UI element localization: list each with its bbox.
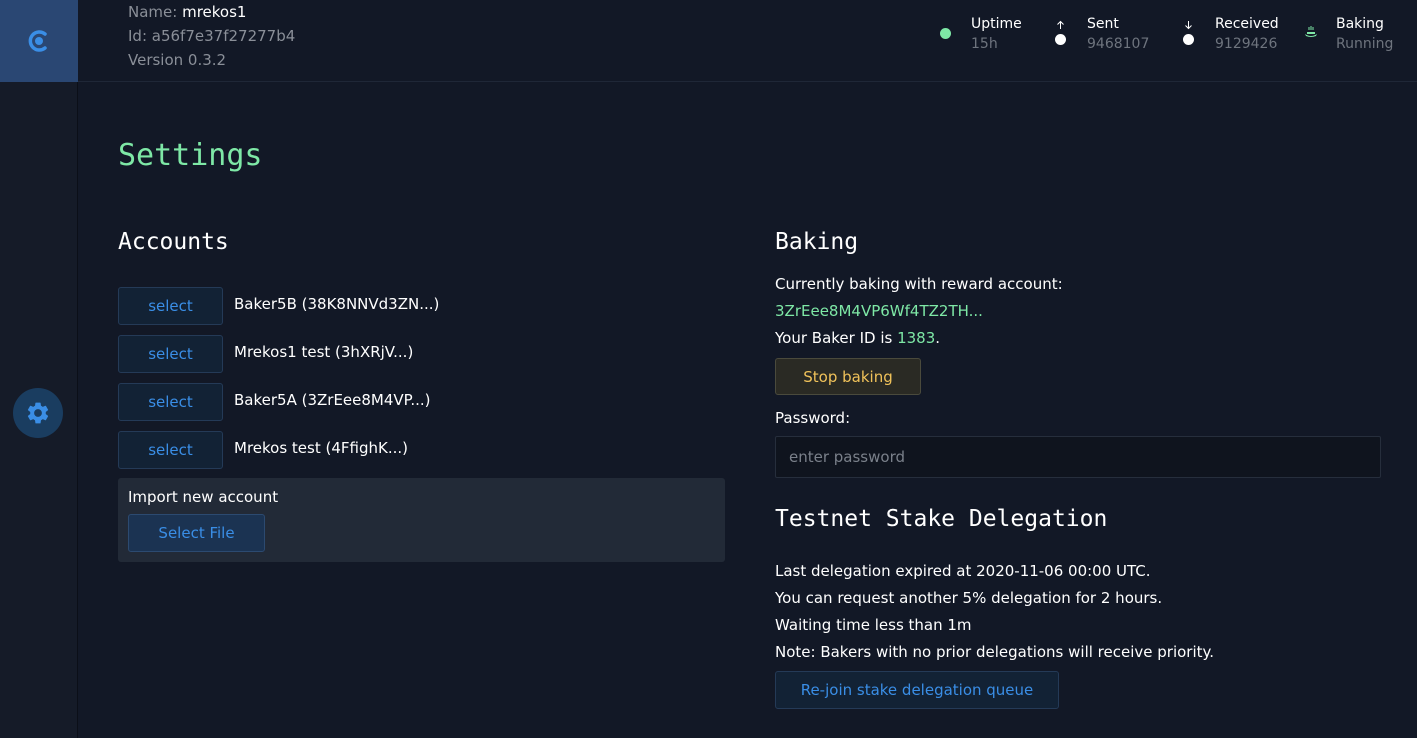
account-name: Baker5A (3ZrEee8M4VP...) [234,391,431,409]
account-name: Baker5B (38K8NNVd3ZN...) [234,295,440,313]
sidebar [0,0,78,738]
sent-value: 9468107 [1087,36,1150,52]
select-account-button[interactable]: select [118,383,223,421]
select-account-button[interactable]: select [118,287,223,325]
node-id-row: Id: a56f7e37f27277b4 [128,24,295,48]
settings-nav-button[interactable] [13,388,63,438]
delegation-info-line: Waiting time less than 1m [775,616,972,634]
uptime-value: 15h [971,36,998,52]
rejoin-delegation-button[interactable]: Re-join stake delegation queue [775,671,1059,709]
sent-label: Sent [1087,16,1119,32]
page-title: Settings [118,138,263,173]
logo[interactable] [0,0,78,82]
node-name-row: Name: mrekos1 [128,0,295,24]
stop-baking-button[interactable]: Stop baking [775,358,921,395]
account-name: Mrekos1 test (3hXRjV...) [234,343,414,361]
baker-id-value: 1383 [897,329,936,347]
import-account-label: Import new account [128,488,279,506]
baker-id-prefix: Your Baker ID is [775,329,898,347]
delegation-title: Testnet Stake Delegation [775,506,1108,532]
import-account-panel: Import new account Select File [118,478,725,562]
select-account-button[interactable]: select [118,431,223,469]
status-dot-icon [940,28,951,39]
delegation-info-line: Note: Bakers with no prior delegations w… [775,643,1215,661]
delegation-info-line: Last delegation expired at 2020-11-06 00… [775,562,1151,580]
baking-icon [1305,26,1317,37]
reward-account-text: Currently baking with reward account: [775,275,1063,293]
account-name: Mrekos test (4FfighK...) [234,439,408,457]
arrow-down-icon [1185,21,1192,30]
delegation-info-line: You can request another 5% delegation fo… [775,589,1163,607]
node-name-label: Name: [128,3,178,21]
reward-account-value: 3ZrEee8M4VP6Wf4TZ2TH... [775,302,983,320]
node-name-value: mrekos1 [182,3,247,21]
uptime-label: Uptime [971,16,1022,32]
received-value: 9129426 [1215,36,1278,52]
gear-icon [27,402,49,424]
baking-value: Running [1336,36,1394,52]
password-label: Password: [775,409,851,427]
baker-id-line: Your Baker ID is 1383. [775,329,940,347]
node-version: Version 0.3.2 [128,51,227,69]
node-status-bar: Name: mrekos1 Id: a56f7e37f27277b4 Versi… [78,0,1417,82]
baking-label: Baking [1336,16,1384,32]
node-id-value: a56f7e37f27277b4 [151,27,296,45]
received-label: Received [1215,16,1279,32]
baker-id-suffix: . [935,329,941,347]
node-id-label: Id: [128,27,147,45]
select-account-button[interactable]: select [118,335,223,373]
accounts-title: Accounts [118,229,229,255]
password-input[interactable] [775,436,1381,478]
select-file-button[interactable]: Select File [128,514,265,552]
baking-title: Baking [775,229,859,255]
sent-dot-icon [1055,34,1066,45]
received-dot-icon [1183,34,1194,45]
arrow-up-icon [1057,20,1064,29]
concordium-logo-icon [28,30,47,52]
node-info: Name: mrekos1 Id: a56f7e37f27277b4 Versi… [128,0,295,72]
